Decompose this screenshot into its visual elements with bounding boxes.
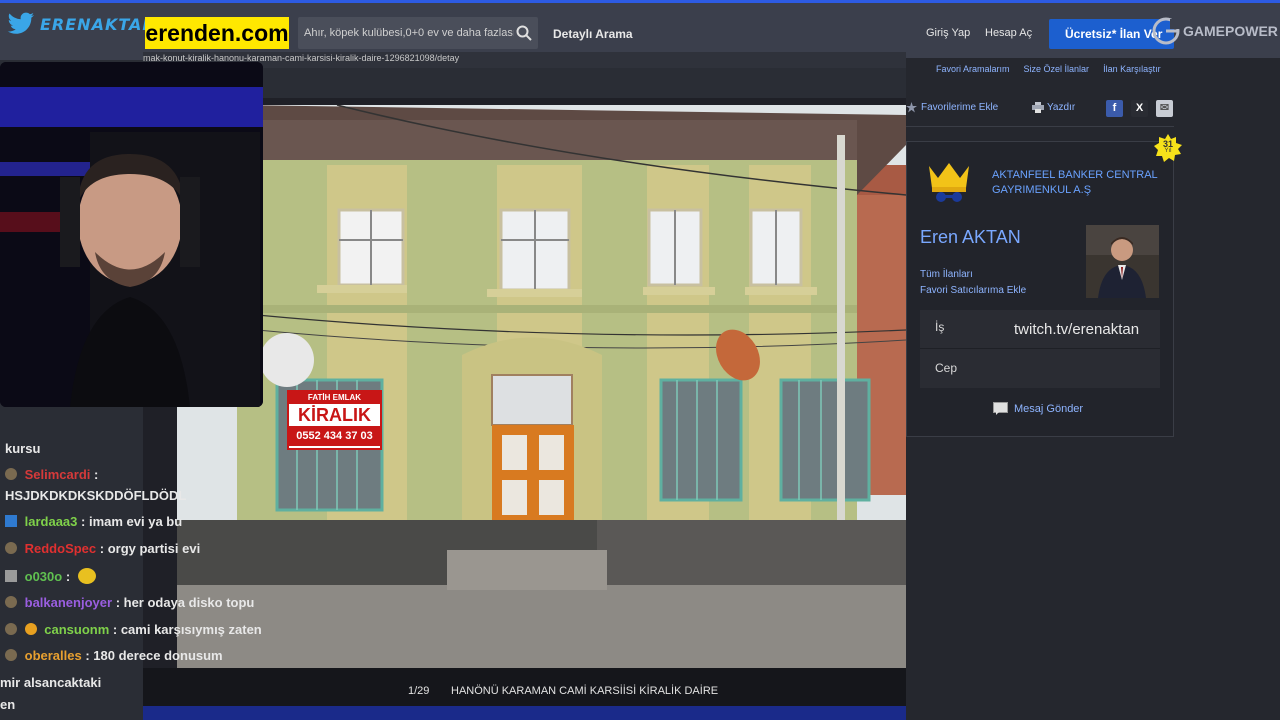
favorite-seller-link[interactable]: Favori Satıcılarıma Ekle <box>920 285 1026 296</box>
advanced-search-link[interactable]: Detaylı Arama <box>553 27 633 41</box>
site-logo[interactable]: erenden.com <box>145 17 289 49</box>
stream-chat: kursu Selimcardi : HSJDKDKDKSKDDÖFLDÖDL … <box>0 432 262 720</box>
add-favorite-label: Favorilerime Ekle <box>921 102 999 113</box>
register-link[interactable]: Hesap Aç <box>985 27 1032 39</box>
listing-photo[interactable]: FATİH EMLAK KİRALIK 0552 434 37 03 <box>177 105 906 668</box>
chat-username[interactable]: Selimcardi <box>25 467 91 482</box>
rent-sign-main: KİRALIK <box>298 405 371 425</box>
years-badge-unit: Yıl <box>1164 148 1172 154</box>
streamer-logo-text: ERENAKTAN <box>40 14 157 34</box>
all-listings-link[interactable]: Tüm İlanları <box>920 269 973 280</box>
chat-message: HSJDKDKDKSKDDÖFLDÖDL <box>5 488 186 503</box>
user-links: Favori Aramalarım Size Özel İlanlar İlan… <box>906 64 1174 78</box>
email-icon[interactable]: ✉ <box>1156 100 1173 117</box>
chat-message: balkanenjoyer : her odaya disko topu <box>5 595 254 610</box>
login-link[interactable]: Giriş Yap <box>926 27 970 39</box>
chat-message: ReddoSpec : orgy partisi evi <box>5 541 200 556</box>
link-favorite-searches[interactable]: Favori Aramalarım <box>936 64 1010 78</box>
chat-text: : cami karşısıymış zaten <box>112 622 262 637</box>
chat-text: en <box>0 697 16 712</box>
agent-photo <box>1086 225 1159 298</box>
search-input[interactable] <box>304 27 514 39</box>
chat-message: en <box>0 697 15 712</box>
years-badge: 31 Yıl <box>1154 134 1182 162</box>
agent-avatar <box>1086 225 1159 298</box>
chat-message: o030o : <box>5 568 96 584</box>
bottom-strip <box>143 706 906 720</box>
chat-username[interactable]: balkanenjoyer <box>25 595 112 610</box>
chat-badge-icon <box>5 570 17 582</box>
search-icon[interactable] <box>516 25 532 41</box>
chat-message: kursu <box>5 441 40 456</box>
printer-icon <box>1032 102 1044 113</box>
chat-text: : imam evi ya bu <box>81 514 183 529</box>
message-icon <box>993 402 1008 415</box>
chat-message: mir alsancaktaki <box>0 675 101 690</box>
chat-text: kursu <box>5 441 41 456</box>
work-phone-label: İş <box>935 320 945 334</box>
star-icon <box>906 102 917 113</box>
chat-badge-icon <box>5 542 17 554</box>
rent-sign-agency: FATİH EMLAK <box>289 392 380 404</box>
rent-sign-phone: 0552 434 37 03 <box>289 426 380 446</box>
chat-badge-icon <box>24 623 37 635</box>
chat-badge-icon <box>5 596 17 608</box>
chat-message: cansuonm : cami karşısıymış zaten <box>5 622 262 637</box>
link-special-listings[interactable]: Size Özel İlanlar <box>1024 64 1090 78</box>
webcam-feed <box>0 62 263 407</box>
gamepower-icon <box>1152 17 1180 45</box>
sponsor-logo: GAMEPOWER <box>1152 17 1278 45</box>
send-message-button[interactable]: Mesaj Gönder <box>993 402 1083 415</box>
chat-message: lardaaa3 : imam evi ya bu <box>5 514 182 529</box>
photo-counter: 1/29 <box>408 685 430 697</box>
chat-text: : 180 derece donusum <box>85 648 223 663</box>
divider <box>906 126 1174 127</box>
sponsor-text: GAMEPOWER <box>1183 23 1278 39</box>
streamer-webcam <box>0 62 263 407</box>
chat-username[interactable]: ReddoSpec <box>25 541 97 556</box>
agent-name[interactable]: Eren AKTAN <box>920 227 1021 248</box>
work-phone-value: twitch.tv/erenaktan <box>1014 321 1140 338</box>
rent-sign: FATİH EMLAK KİRALIK 0552 434 37 03 <box>287 390 382 450</box>
link-compare-listings[interactable]: İlan Karşılaştır <box>1103 64 1161 78</box>
building-illustration <box>177 105 906 668</box>
gallery-caption: 1/29 HANÖNÜ KARAMAN CAMİ KARSİİSİ KİRALİ… <box>143 668 906 708</box>
chat-text: : <box>65 569 71 584</box>
top-bar: ERENAKTAN erenden.com Detaylı Arama Giri… <box>0 0 1280 60</box>
chat-username[interactable]: lardaaa3 <box>25 514 78 529</box>
chat-username[interactable]: o030o <box>25 569 63 584</box>
send-message-label: Mesaj Gönder <box>1014 402 1084 415</box>
chat-badge-icon <box>5 623 17 635</box>
crown-logo-icon <box>929 163 969 202</box>
chat-message: Selimcardi : <box>5 467 98 482</box>
add-favorite-button[interactable]: Favorilerime Ekle <box>906 102 998 113</box>
chat-text: : <box>94 467 99 482</box>
chat-text: : orgy partisi evi <box>99 541 201 556</box>
chat-message: oberalles : 180 derece donusum <box>5 648 223 663</box>
chat-text: HSJDKDKDKSKDDÖFLDÖDL <box>5 488 187 503</box>
share-buttons: f X ✉ <box>1106 100 1173 117</box>
agency-name[interactable]: AKTANFEEL BANKER CENTRAL GAYRIMENKUL A.Ş <box>992 168 1167 198</box>
chat-text: : her odaya disko topu <box>115 595 255 610</box>
chat-username[interactable]: oberalles <box>25 648 82 663</box>
facebook-icon[interactable]: f <box>1106 100 1123 117</box>
mobile-phone-label: Cep <box>935 361 958 375</box>
emote-icon <box>77 568 96 584</box>
chat-text: mir alsancaktaki <box>0 675 102 690</box>
print-button[interactable]: Yazdır <box>1032 102 1075 113</box>
listing-title: HANÖNÜ KARAMAN CAMİ KARSİİSİ KİRALİK DAİ… <box>451 685 719 697</box>
chat-badge-icon <box>5 515 17 527</box>
chat-username[interactable]: cansuonm <box>44 622 109 637</box>
phone-divider <box>920 348 1160 349</box>
twitter-bird-icon <box>7 12 34 34</box>
x-icon[interactable]: X <box>1131 100 1148 117</box>
chat-badge-icon <box>5 468 17 480</box>
screen: ERENAKTAN erenden.com Detaylı Arama Giri… <box>0 0 1280 720</box>
search-box[interactable] <box>298 17 538 49</box>
print-label: Yazdır <box>1047 102 1076 113</box>
listing-actions: Favorilerime Ekle Yazdır f X ✉ <box>906 100 1174 124</box>
streamer-logo: ERENAKTAN <box>6 11 157 37</box>
chat-badge-icon <box>5 649 17 661</box>
